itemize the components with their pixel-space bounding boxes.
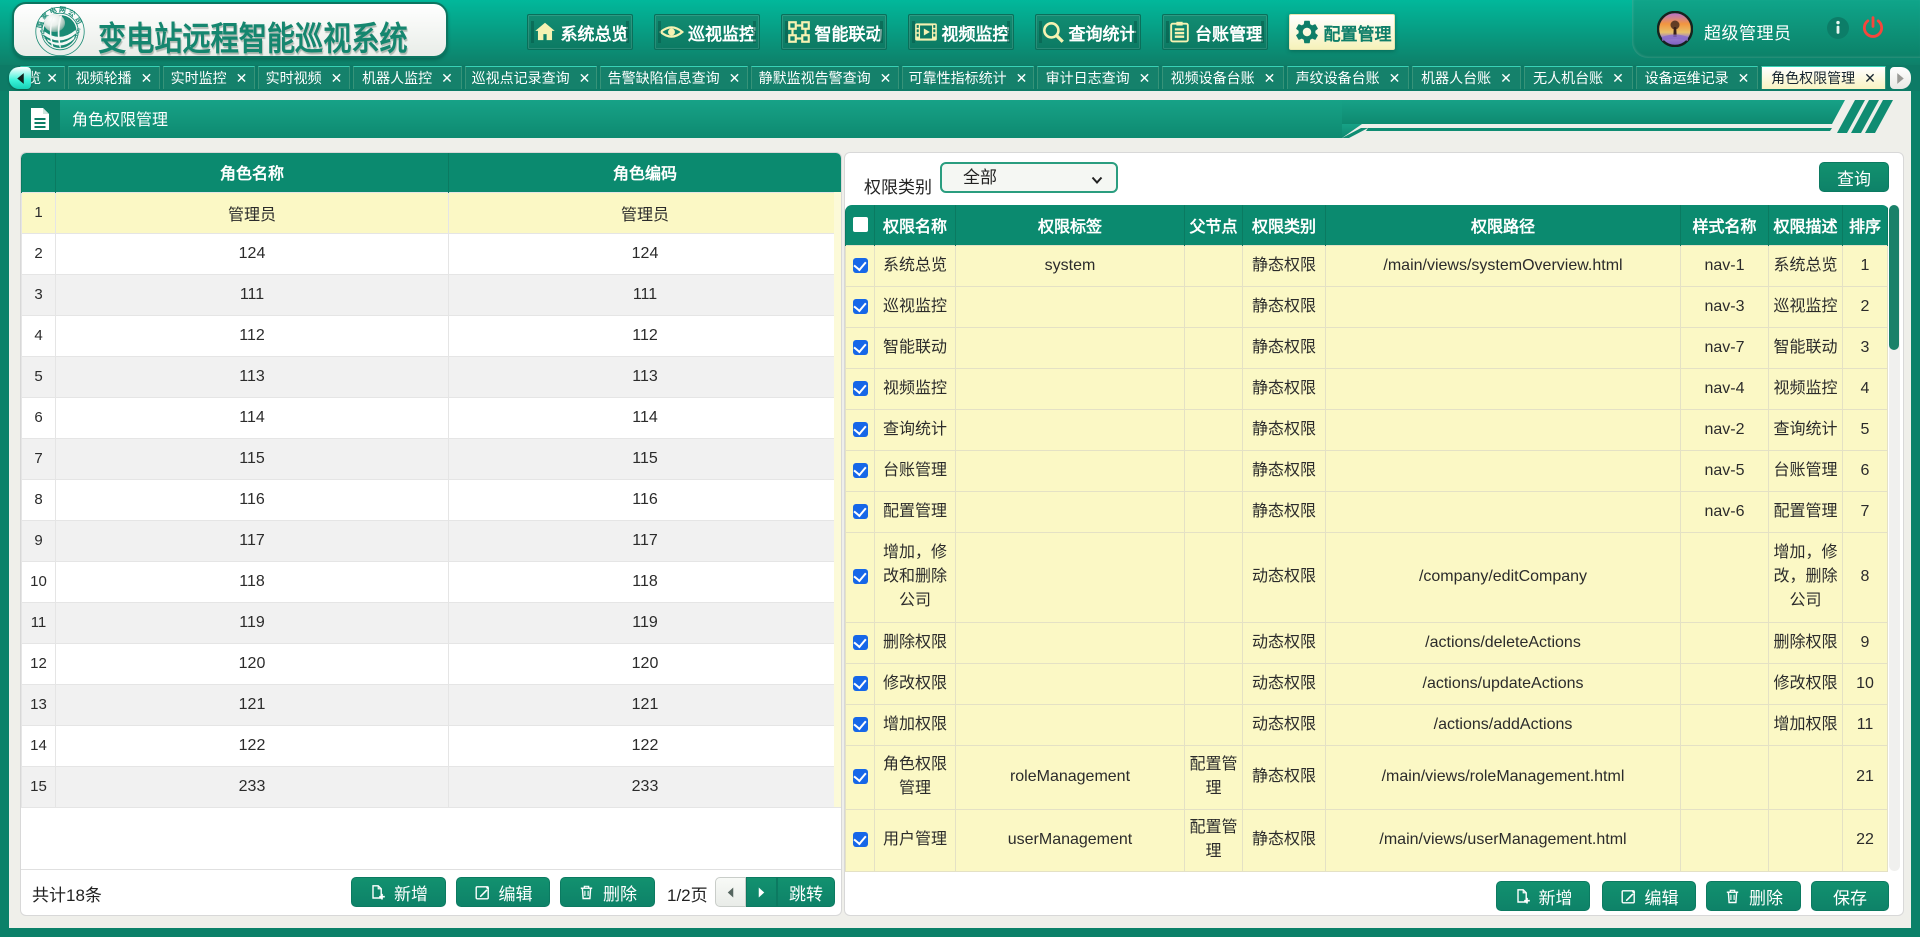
svg-text:角色权限管理: 角色权限管理 bbox=[72, 111, 168, 129]
